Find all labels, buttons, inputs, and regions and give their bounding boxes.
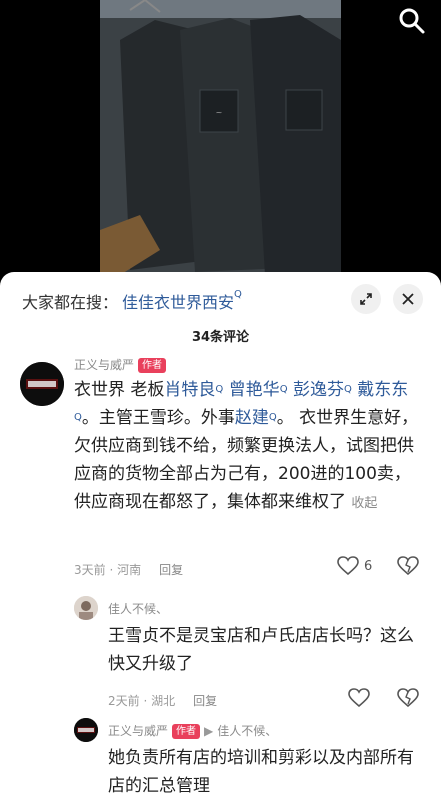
comment-meta: 2天前 · 湖北 回复 [108,694,218,708]
comment-text: 她负责所有店的培训和剪彩以及内部所有店的汇总管理 [108,748,414,796]
close-icon [402,293,414,305]
mention-name: 赵建 [234,408,269,428]
collapse-icon [360,293,372,305]
mention-link[interactable]: 肖特良Q [164,380,223,400]
comment-location: 湖北 [151,694,176,708]
like-button[interactable]: 6 [337,556,372,576]
comment-count: 34条评论 [191,330,250,345]
video-frame: ~ [100,0,341,275]
author-tag: 作者 [138,358,167,373]
avatar[interactable] [74,718,98,742]
heart-icon [348,688,370,708]
text-segment: 衣世界 老板 [74,380,165,400]
broken-heart-icon [397,688,419,708]
heart-icon [337,556,359,576]
jackets-image: ~ [100,0,341,275]
search-link-icon: Q [74,412,82,423]
comment-text: 王雪贞不是灵宝店和卢氏店店长吗？这么快又升级了 [108,626,414,674]
search-link-icon: Q [268,412,277,423]
avatar-image [20,362,64,406]
dislike-button[interactable] [397,688,419,708]
close-button[interactable] [393,284,423,314]
mention-link[interactable]: 曾艳华Q [229,380,288,400]
author-name: 正义与威严 [108,724,169,738]
mention-name: 曾艳华 [228,380,280,400]
comment-time: 3天前 [74,563,106,577]
search-link-icon: Q [234,289,242,300]
mention-link[interactable]: 赵建Q [235,408,277,428]
avatar[interactable] [20,362,64,406]
mention-name: 肖特良 [164,380,216,400]
mention-link[interactable]: 彭逸芬Q [293,380,352,400]
like-count: 6 [364,558,373,574]
avatar[interactable] [74,596,98,620]
broken-heart-icon [397,556,419,576]
text-segment: 。主管王雪珍。外事 [81,408,235,428]
reply-button[interactable]: 回复 [159,563,183,577]
author-name: 正义与威严 [74,358,135,372]
like-button[interactable] [348,688,370,708]
avatar-image [74,718,98,742]
comments-panel: 大家都在搜： 佳佳衣世界西安Q 34条评论 正义与威严 作者 衣世界 老板肖特良Q… [0,272,441,800]
dislike-button[interactable] [397,556,419,576]
reply-button[interactable]: 回复 [193,694,217,708]
collapse-button[interactable] [351,284,381,314]
mention-name: 戴东东 [357,380,409,400]
search-button[interactable] [397,6,427,36]
comment-location: 河南 [117,563,142,577]
comment-author[interactable]: 佳人不候、 [108,600,168,617]
comment-author[interactable]: 正义与威严 作者 ▶ 佳人不候、 [108,722,277,739]
search-icon [399,8,425,34]
comment-text: 衣世界 老板肖特良Q 曾艳华Q 彭逸芬Q 戴东东Q。主管王雪珍。外事赵建Q。 衣… [74,376,419,518]
author-tag: 作者 [172,724,201,739]
reply-to-name[interactable]: 佳人不候、 [217,724,277,738]
search-hint-label: 大家都在搜： [22,293,119,312]
comment-author[interactable]: 正义与威严 作者 [74,356,167,373]
collapse-text-button[interactable]: 收起 [351,496,377,511]
search-hint-query: 佳佳衣世界西安 [122,293,235,312]
search-link-icon: Q [279,384,288,395]
comment-time: 2天前 [108,694,140,708]
svg-text:~: ~ [216,108,223,117]
avatar-image [74,596,98,620]
mention-name: 彭逸芬 [292,380,344,400]
reply-arrow-icon: ▶ [204,724,214,738]
search-hint-link[interactable]: 佳佳衣世界西安Q [122,289,242,313]
video-player[interactable]: ~ [0,0,441,290]
comment-meta: 3天前 · 河南 回复 [74,563,184,577]
search-link-icon: Q [343,384,352,395]
